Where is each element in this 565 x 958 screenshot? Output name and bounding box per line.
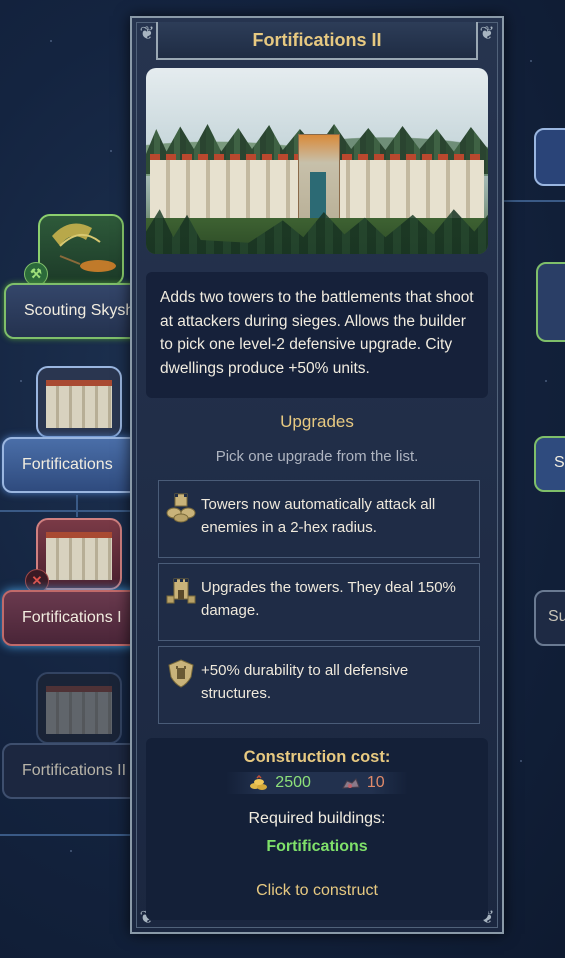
shield-icon	[168, 659, 194, 688]
tree-connector	[0, 834, 130, 836]
fortifications-iii-icon[interactable]	[36, 672, 122, 744]
tooltip-title-bar: Fortifications II	[156, 22, 478, 60]
tree-node-fortifications-iii[interactable]: Fortifications II	[2, 743, 142, 799]
ornament-icon: ❦	[479, 23, 495, 43]
cost-gold-value: 2500	[275, 774, 311, 791]
tree-node-label: Su	[548, 608, 565, 625]
upgrade-text: Upgrades the towers. They deal 150% dama…	[201, 579, 456, 619]
scouting-skyship-icon[interactable]	[38, 214, 124, 286]
cost-ore: 10	[341, 774, 385, 792]
gold-icon	[250, 775, 268, 790]
upgrades-hint: Pick one upgrade from the list.	[215, 448, 419, 465]
tree-connector	[0, 510, 130, 512]
tower-coins-icon	[166, 578, 196, 604]
tree-node-right-4[interactable]: Su	[534, 590, 565, 646]
construction-section: Construction cost: 2500 10 Required buil	[146, 738, 488, 920]
upgrade-text: +50% durability to all defensive structu…	[201, 662, 409, 702]
upgrade-option-1[interactable]: Towers now automatically attack all enem…	[158, 480, 480, 558]
wall-icon	[46, 686, 112, 734]
tree-node-label: Scouting Skyshi	[24, 302, 138, 319]
cost-row: 2500 10	[226, 772, 408, 794]
upgrade-option-3[interactable]: +50% durability to all defensive structu…	[158, 646, 480, 724]
skyship-icon	[52, 223, 116, 272]
upgrade-option-2[interactable]: Upgrades the towers. They deal 150% dama…	[158, 563, 480, 641]
tower-stack-icon	[166, 493, 196, 523]
construction-cost-heading: Construction cost:	[243, 748, 391, 766]
tree-node-label: Fortifications I	[22, 609, 122, 626]
tree-node-label: S	[554, 454, 565, 471]
required-building: Fortifications	[266, 838, 368, 855]
building-tooltip: ❦ ❦ ❦ ❦ Fortifications II Adds two tower…	[130, 16, 504, 934]
upgrades-heading: Upgrades	[280, 412, 354, 431]
tree-node-label: Fortifications	[22, 456, 113, 473]
building-illustration	[146, 68, 488, 254]
upgrade-text: Towers now automatically attack all enem…	[201, 496, 436, 536]
building-description: Adds two towers to the battlements that …	[146, 272, 488, 398]
construct-action[interactable]: Click to construct	[146, 882, 488, 900]
fortifications-icon[interactable]	[36, 366, 122, 438]
ornament-icon: ❦	[139, 23, 155, 43]
tree-connector	[504, 200, 565, 202]
tree-node-label: Fortifications II	[22, 762, 127, 779]
required-buildings-heading: Required buildings:	[248, 810, 386, 827]
tree-node-scouting-skyship[interactable]: Scouting Skyshi	[4, 283, 140, 339]
wall-icon	[46, 532, 112, 580]
cost-ore-value: 10	[366, 774, 385, 791]
tree-connector	[76, 495, 78, 517]
tooltip-title: Fortifications II	[252, 29, 382, 50]
tree-node-right-2[interactable]	[536, 262, 565, 342]
wall-icon	[46, 380, 112, 428]
tree-node-fortifications-ii[interactable]: Fortifications I	[2, 590, 142, 646]
tree-node-right-3[interactable]: S	[534, 436, 565, 492]
ore-icon	[341, 778, 360, 789]
tree-node-right-1[interactable]	[534, 128, 565, 186]
cost-gold: 2500	[249, 774, 311, 792]
tree-node-fortifications[interactable]: Fortifications	[2, 437, 142, 493]
